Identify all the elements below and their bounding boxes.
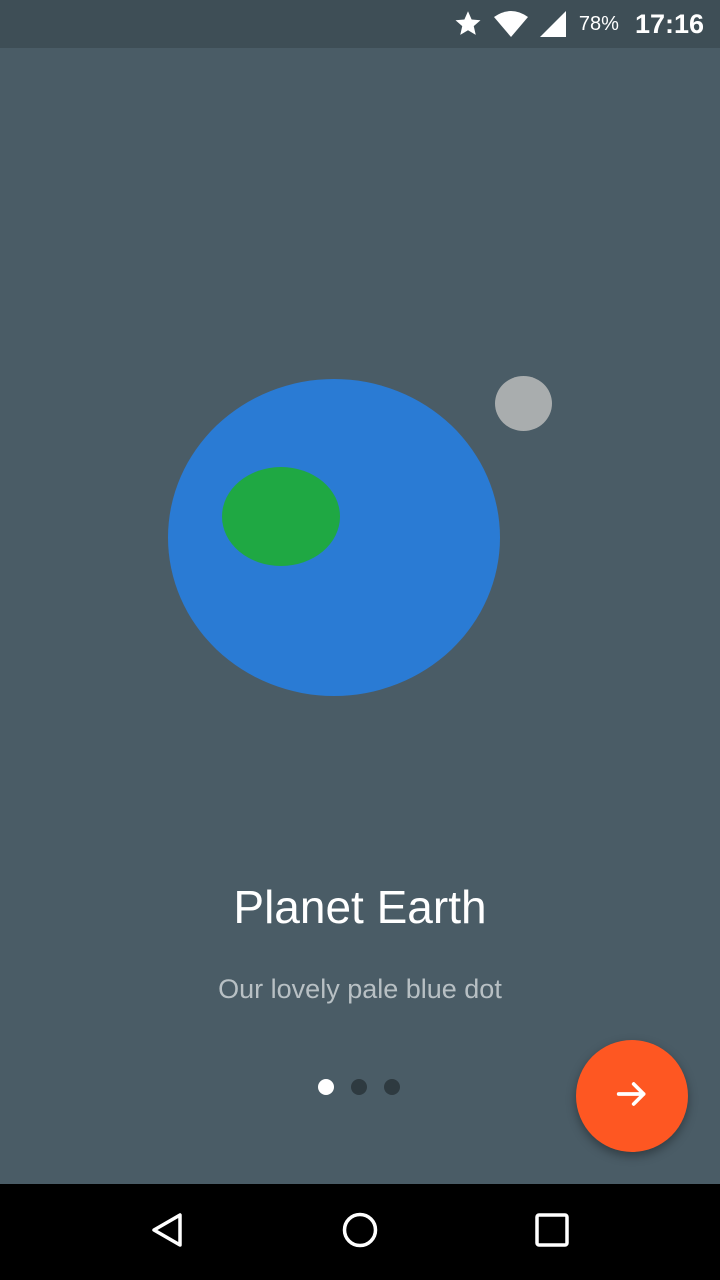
page-dot-1[interactable] (318, 1079, 334, 1095)
recents-button[interactable] (492, 1184, 612, 1280)
battery-level: 78% (578, 12, 619, 35)
page-dot-2[interactable] (351, 1079, 367, 1095)
moon-image (495, 376, 552, 431)
status-bar: 78% 17:16 (0, 0, 720, 48)
continent-shape (222, 467, 340, 566)
screen: 78% 17:16 Planet Earth Our lovely pale b… (0, 0, 720, 1280)
home-icon (340, 1210, 380, 1255)
arrow-right-icon (612, 1074, 652, 1119)
page-dot-3[interactable] (384, 1079, 400, 1095)
slide-title: Planet Earth (233, 881, 487, 933)
clock: 17:16 (634, 8, 704, 39)
signal-icon (539, 10, 567, 38)
next-button[interactable] (576, 1040, 688, 1152)
planet-illustration (0, 48, 720, 808)
star-icon (453, 9, 483, 39)
wifi-icon (493, 9, 529, 39)
page-indicator (318, 1079, 400, 1095)
back-icon (148, 1210, 188, 1255)
back-button[interactable] (108, 1184, 228, 1280)
slide-description: Our lovely pale blue dot (218, 974, 502, 1004)
home-button[interactable] (300, 1184, 420, 1280)
recents-icon (534, 1212, 570, 1253)
status-icons: 78% 17:16 (453, 0, 704, 48)
navigation-bar (0, 1184, 720, 1280)
